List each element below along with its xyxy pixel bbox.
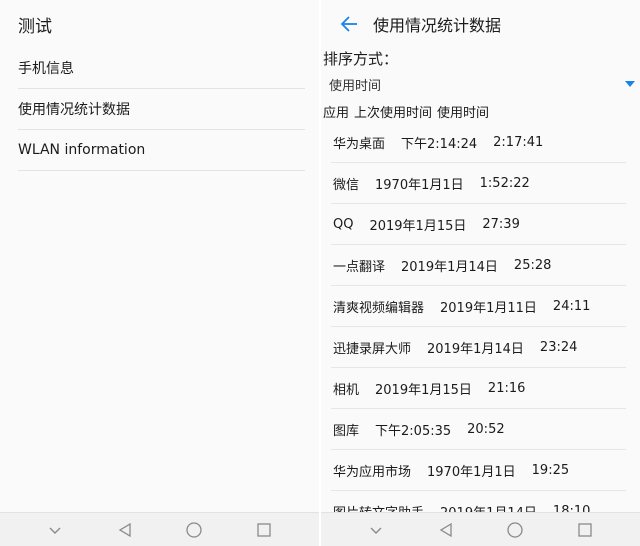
table-row[interactable]: 迅捷录屏大师 2019年1月14日 23:24 [331, 327, 626, 368]
app-name: 华为应用市场 [333, 464, 412, 480]
back-button[interactable] [329, 0, 369, 48]
last-used-time: 2019年1月11日 [440, 300, 537, 316]
navigation-bar [321, 512, 640, 546]
table-row[interactable]: 清爽视频编辑器 2019年1月11日 24:11 [331, 286, 626, 327]
left-menu-list: 手机信息 使用情况统计数据 WLAN information [18, 48, 305, 171]
usage-stats-list: 华为桌面 下午2:14:24 2:17:41 微信 1970年1月1日 1:52… [331, 122, 626, 532]
app-name: 微信 [333, 177, 360, 193]
left-header: 测试 [0, 0, 319, 48]
usage-time: 25:28 [513, 257, 552, 273]
last-used-time: 2019年1月14日 [427, 341, 524, 357]
nav-back-button[interactable] [431, 515, 461, 545]
usage-time: 21:16 [487, 380, 526, 396]
menu-item-usage-stats[interactable]: 使用情况统计数据 [18, 89, 305, 130]
navigation-bar [0, 512, 319, 546]
table-row[interactable]: QQ 2019年1月15日 27:39 [331, 204, 626, 245]
chevron-down-icon [49, 527, 61, 534]
menu-item-phone-info[interactable]: 手机信息 [18, 48, 305, 89]
sort-dropdown[interactable]: 使用时间 [321, 70, 640, 98]
nav-back-button[interactable] [110, 515, 140, 545]
usage-time: 23:24 [539, 339, 578, 355]
table-row[interactable]: 微信 1970年1月1日 1:52:22 [331, 163, 626, 204]
last-used-time: 1970年1月1日 [427, 464, 516, 480]
square-recent-icon [578, 522, 592, 537]
sort-selected-value: 使用时间 [329, 78, 382, 94]
table-row[interactable]: 图库 下午2:05:35 20:52 [331, 409, 626, 450]
nav-hide-button[interactable] [361, 515, 391, 545]
nav-home-button[interactable] [500, 515, 530, 545]
menu-item-wlan-info[interactable]: WLAN information [18, 130, 305, 171]
triangle-down-icon [625, 81, 635, 87]
app-name: 迅捷录屏大师 [333, 341, 412, 357]
usage-time: 1:52:22 [479, 175, 530, 191]
usage-time: 19:25 [531, 462, 570, 478]
last-used-time: 2019年1月15日 [375, 382, 472, 398]
usage-time: 2:17:41 [493, 134, 544, 150]
column-headers: 应用 上次使用时间 使用时间 [321, 100, 640, 122]
circle-home-icon [186, 521, 203, 538]
app-name: 相机 [333, 382, 360, 398]
triangle-back-icon [118, 522, 131, 537]
app-name: QQ [333, 216, 354, 232]
screenshot-frame: 测试 手机信息 使用情况统计数据 WLAN information 使用情况统计… [0, 0, 640, 546]
usage-time: 24:11 [552, 298, 591, 314]
app-name: 图库 [333, 423, 360, 439]
app-name: 华为桌面 [333, 136, 386, 152]
right-page-title: 使用情况统计数据 [373, 16, 502, 35]
left-screen: 测试 手机信息 使用情况统计数据 WLAN information [0, 0, 319, 546]
usage-time: 20:52 [467, 421, 505, 437]
column-header-usage: 使用时间 [437, 105, 490, 121]
sort-label: 排序方式： [323, 50, 399, 68]
last-used-time: 下午2:05:35 [375, 423, 452, 439]
menu-item-label: 使用情况统计数据 [18, 102, 130, 118]
menu-item-label: WLAN information [18, 142, 146, 158]
right-screen: 使用情况统计数据 排序方式： 使用时间 应用 上次使用时间 使用时间 华为桌面 … [321, 0, 640, 546]
app-name: 清爽视频编辑器 [333, 300, 425, 316]
left-page-title: 测试 [18, 16, 52, 37]
usage-time: 27:39 [482, 216, 520, 232]
table-row[interactable]: 一点翻译 2019年1月14日 25:28 [331, 245, 626, 286]
triangle-back-icon [439, 522, 452, 537]
app-name: 一点翻译 [333, 259, 386, 275]
nav-recent-button[interactable] [570, 515, 600, 545]
last-used-time: 1970年1月1日 [375, 177, 464, 193]
circle-home-icon [507, 521, 524, 538]
column-header-app: 应用 [323, 105, 350, 121]
menu-item-label: 手机信息 [18, 61, 74, 77]
square-recent-icon [257, 522, 271, 537]
nav-home-button[interactable] [179, 515, 209, 545]
column-header-last-used: 上次使用时间 [354, 105, 433, 121]
nav-hide-button[interactable] [40, 515, 70, 545]
last-used-time: 2019年1月14日 [401, 259, 498, 275]
nav-recent-button[interactable] [249, 515, 279, 545]
last-used-time: 2019年1月15日 [369, 218, 467, 234]
right-header: 使用情况统计数据 [321, 0, 640, 48]
table-row[interactable]: 华为桌面 下午2:14:24 2:17:41 [331, 122, 626, 163]
chevron-down-icon [370, 527, 382, 534]
table-row[interactable]: 华为应用市场 1970年1月1日 19:25 [331, 450, 626, 491]
arrow-left-icon [340, 16, 357, 32]
last-used-time: 下午2:14:24 [401, 136, 478, 152]
table-row[interactable]: 相机 2019年1月15日 21:16 [331, 368, 626, 409]
